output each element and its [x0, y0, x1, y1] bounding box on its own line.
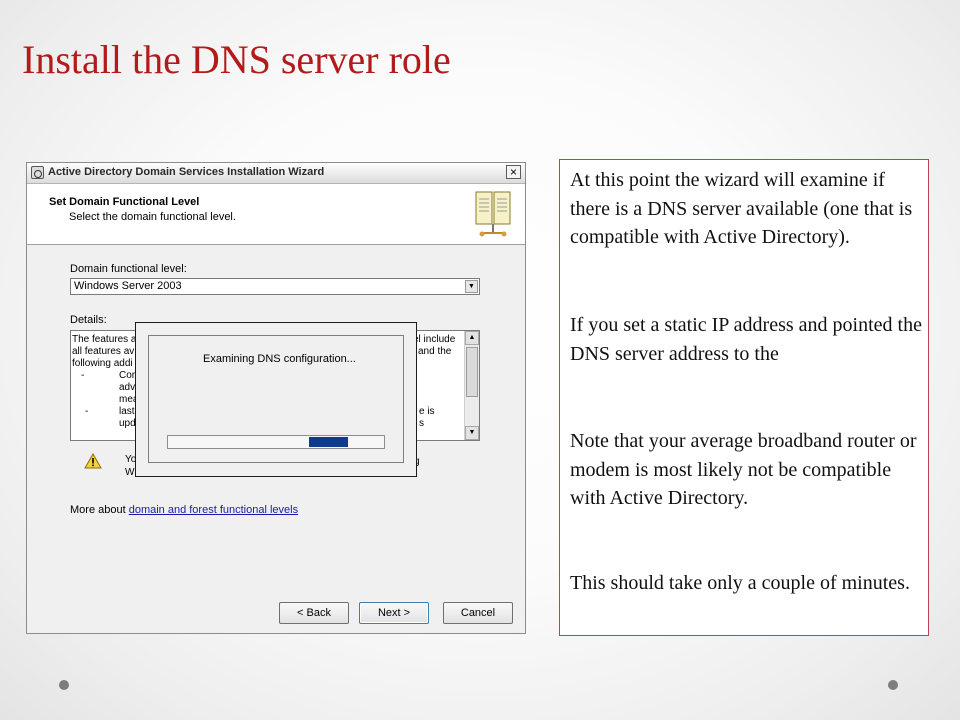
wizard-window: Active Directory Domain Services Install… — [26, 162, 526, 634]
chevron-down-icon[interactable]: ▼ — [465, 280, 478, 293]
details-bullet: - — [81, 370, 85, 381]
scroll-thumb[interactable] — [466, 347, 478, 397]
note-paragraph: Note that your average broadband router … — [570, 430, 917, 509]
details-line: following addi — [72, 358, 133, 369]
details-label: Details: — [70, 314, 107, 326]
details-scrollbar[interactable]: ▲ ▼ — [464, 331, 479, 440]
next-button[interactable]: Next > — [359, 602, 429, 624]
progress-bar — [167, 435, 385, 449]
note-paragraph: This should take only a couple of minute… — [570, 572, 910, 594]
wizard-window-title: Active Directory Domain Services Install… — [48, 166, 325, 178]
note-paragraph: If you set a static IP address and point… — [570, 314, 922, 365]
scroll-down-arrow-icon[interactable]: ▼ — [465, 426, 479, 440]
warning-text: W — [125, 467, 135, 478]
slide-title: Install the DNS server role — [22, 37, 451, 82]
details-line: s — [419, 418, 424, 429]
details-line: el include — [413, 334, 456, 345]
page-title: Set Domain Functional Level — [49, 196, 200, 208]
details-line: adv — [119, 382, 136, 393]
more-about-text: More about domain and forest functional … — [70, 504, 298, 516]
functional-level-value: Windows Server 2003 — [74, 280, 182, 292]
note-paragraph: At this point the wizard will examine if… — [570, 169, 913, 248]
cancel-button[interactable]: Cancel — [443, 602, 513, 624]
progress-message: Examining DNS configuration... — [203, 353, 356, 365]
details-line: all features av — [72, 346, 135, 357]
note-box: At this point the wizard will examine if… — [559, 159, 929, 636]
wizard-app-icon — [31, 166, 44, 179]
wizard-titlebar[interactable]: Active Directory Domain Services Install… — [27, 163, 525, 184]
book-icon — [475, 191, 511, 237]
progress-panel: Examining DNS configuration... — [148, 335, 404, 463]
scroll-up-arrow-icon[interactable]: ▲ — [465, 331, 479, 345]
progress-fill — [309, 437, 348, 447]
details-line: last — [119, 406, 135, 417]
level-label: Domain functional level: — [70, 263, 187, 275]
details-line: and the — [418, 346, 452, 357]
decorative-dot-right — [888, 680, 898, 690]
decorative-dot-left — [59, 680, 69, 690]
wizard-header: Set Domain Functional Level Select the d… — [27, 184, 525, 245]
functional-levels-link[interactable]: domain and forest functional levels — [129, 504, 298, 516]
more-about-prefix: More about — [70, 504, 129, 516]
progress-dialog: Examining DNS configuration... — [135, 322, 417, 477]
details-line: e is — [419, 406, 435, 417]
details-bullet: - — [85, 406, 89, 417]
close-button[interactable]: × — [506, 165, 521, 179]
warning-triangle-icon — [84, 453, 102, 469]
details-line: The features a — [72, 334, 137, 345]
page-subtitle: Select the domain functional level. — [69, 211, 236, 223]
back-button[interactable]: < Back — [279, 602, 349, 624]
details-line: upd — [119, 418, 136, 429]
functional-level-select[interactable]: Windows Server 2003 ▼ — [70, 278, 480, 295]
details-line: Cor — [119, 370, 136, 381]
